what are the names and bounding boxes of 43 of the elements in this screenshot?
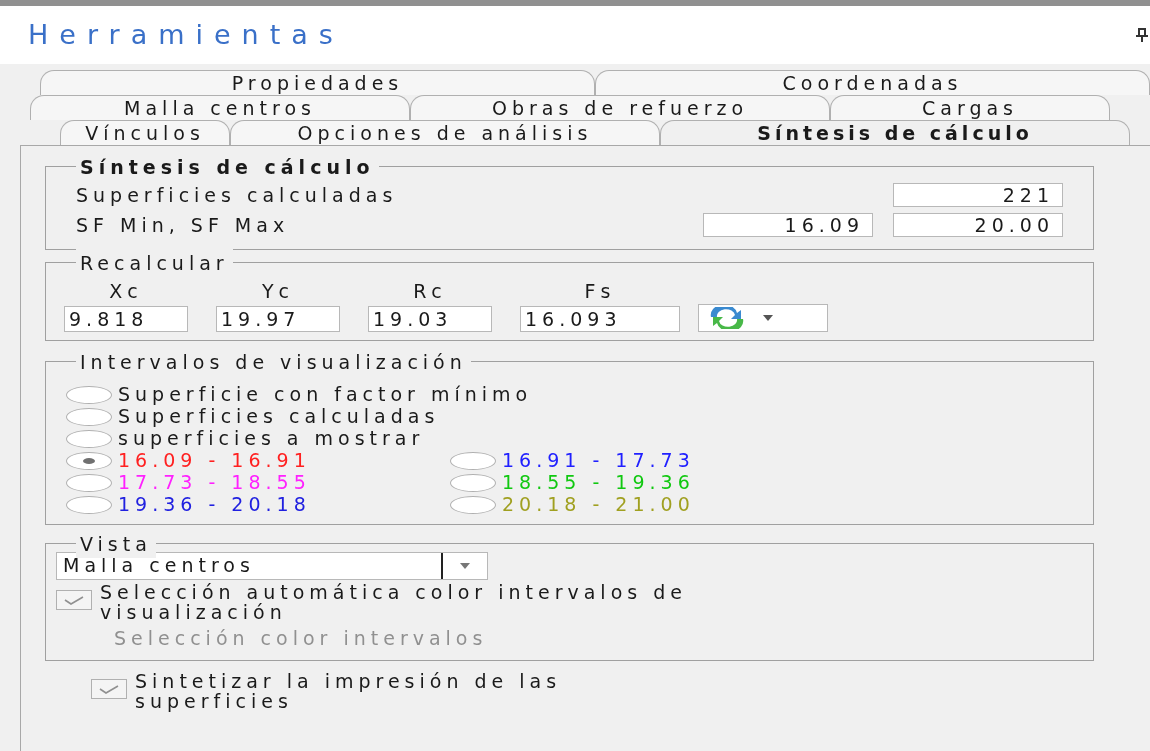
field-label: Xc [109, 279, 143, 304]
input-field[interactable]: 9.818 [64, 305, 188, 332]
field-label: Rc [413, 279, 447, 304]
input-field[interactable]: 16.093 [520, 305, 680, 332]
tab[interactable]: Propiedades [40, 70, 595, 95]
field-label: Superficies calculadas [76, 182, 398, 208]
pin-icon[interactable] [1134, 27, 1150, 43]
radio-button[interactable] [66, 429, 112, 448]
input-field[interactable]: 20.00 [893, 213, 1063, 237]
radio-button[interactable] [66, 385, 112, 404]
input-field[interactable]: 19.97 [216, 305, 340, 332]
checkbox-label: Selección automática color intervalos de visualización [100, 581, 688, 622]
radio-label: Superficies calculadas [118, 405, 440, 430]
radio-button[interactable] [450, 495, 496, 514]
input-field[interactable]: 19.03 [368, 305, 492, 332]
checkbox-label: Sintetizar la impresión de las superficies [135, 671, 563, 711]
input-field[interactable]: 221 [893, 183, 1063, 207]
radio-button[interactable] [450, 473, 496, 492]
radio-button[interactable] [66, 407, 112, 426]
tab[interactable]: Malla centros [30, 95, 410, 120]
tab[interactable]: Cargas [830, 95, 1110, 120]
dropdown[interactable]: Malla centros [56, 551, 488, 580]
tab[interactable]: Obras de refuerzo [410, 95, 830, 120]
field-label: Yc [261, 279, 295, 304]
caret-icon [460, 562, 470, 569]
input-field[interactable]: 16.09 [703, 213, 873, 237]
tab[interactable]: Vínculos [60, 120, 230, 145]
radio-button[interactable] [66, 451, 112, 470]
caret-icon [763, 314, 773, 321]
tab[interactable]: Síntesis de cálculo [660, 120, 1130, 145]
radio-button[interactable] [450, 451, 496, 470]
tab[interactable]: Opciones de análisis [230, 120, 660, 145]
radio-button[interactable] [66, 473, 112, 492]
refresh-dropdown-button[interactable] [698, 303, 828, 332]
tab[interactable]: Coordenadas [595, 70, 1150, 95]
radio-button[interactable] [66, 495, 112, 514]
panel-title: Herramientas [28, 17, 344, 52]
check-icon [63, 594, 85, 605]
check-icon [98, 684, 120, 694]
field-label: SF Min, SF Max [76, 212, 290, 238]
radio-label: superficies a mostrar [118, 427, 425, 452]
field-label: Fs [584, 279, 616, 304]
radio-label: Superficie con factor mínimo [118, 382, 533, 408]
